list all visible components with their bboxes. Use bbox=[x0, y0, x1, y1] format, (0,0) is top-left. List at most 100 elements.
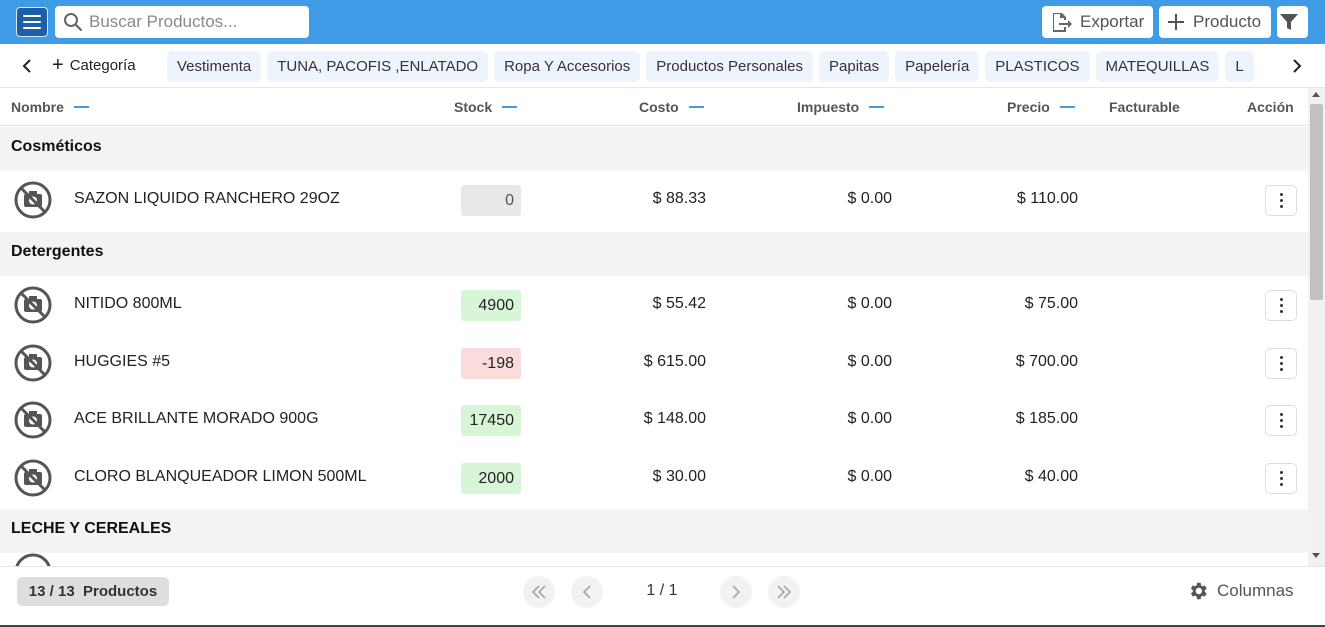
table-row[interactable]: HUGGIES #5 -198 $ 615.00 $ 0.00 $ 700.00 bbox=[0, 334, 1308, 392]
price-value: $ 40.00 bbox=[1024, 468, 1078, 485]
gear-icon bbox=[1190, 582, 1207, 600]
column-header-facturable: Facturable bbox=[1109, 99, 1180, 115]
column-header-impuesto[interactable]: Impuesto bbox=[797, 99, 885, 115]
price-value: $ 75.00 bbox=[1024, 295, 1078, 312]
category-chip[interactable]: Papitas bbox=[819, 51, 890, 82]
search-input[interactable] bbox=[89, 12, 299, 32]
more-vertical-icon bbox=[1279, 304, 1283, 307]
price-value: $ 110.00 bbox=[1016, 190, 1078, 207]
stock-badge: -198 bbox=[461, 348, 521, 379]
row-actions-button[interactable] bbox=[1265, 405, 1297, 436]
category-chip[interactable]: L bbox=[1225, 51, 1254, 82]
column-header-precio[interactable]: Precio bbox=[1007, 99, 1075, 115]
first-page-button[interactable] bbox=[523, 576, 555, 608]
previous-page-button[interactable] bbox=[571, 576, 603, 608]
category-chip[interactable]: PLASTICOS bbox=[985, 51, 1090, 82]
sort-icon bbox=[73, 106, 89, 108]
row-actions-button[interactable] bbox=[1265, 463, 1297, 494]
product-name: SAZON LIQUIDO RANCHERO 29OZ bbox=[74, 190, 340, 207]
no-photo-icon bbox=[14, 286, 52, 324]
columns-button[interactable]: Columnas bbox=[1187, 580, 1294, 602]
product-count-badge: 13 / 13 Productos bbox=[17, 577, 169, 606]
cost-value: $ 615.00 bbox=[643, 353, 706, 370]
last-page-button[interactable] bbox=[768, 576, 800, 608]
group-header: LECHE Y CEREALES bbox=[0, 509, 1308, 553]
column-header-costo[interactable]: Costo bbox=[639, 99, 704, 115]
category-chip[interactable]: Ropa Y Accesorios bbox=[494, 51, 641, 82]
sort-icon bbox=[869, 106, 885, 108]
stock-badge: 2000 bbox=[461, 463, 521, 494]
table-body: Cosméticos SAZON LIQUIDO RANCHERO 29OZ 0… bbox=[0, 127, 1308, 566]
column-header-accion: Acción bbox=[1247, 99, 1294, 115]
filter-button[interactable] bbox=[1277, 6, 1308, 38]
table-row[interactable]: ACE BRILLANTE MORADO 900G 17450 $ 148.00… bbox=[0, 391, 1308, 449]
category-scroll-left[interactable] bbox=[17, 56, 37, 76]
table-row[interactable]: SAZON LIQUIDO RANCHERO 29OZ 0 $ 88.33 $ … bbox=[0, 171, 1308, 229]
category-chip[interactable]: Vestimenta bbox=[167, 51, 262, 82]
scroll-up-arrow[interactable] bbox=[1312, 92, 1320, 97]
more-vertical-icon bbox=[1279, 419, 1283, 422]
group-header: Detergentes bbox=[0, 232, 1308, 276]
add-product-button[interactable]: Producto bbox=[1159, 6, 1271, 38]
category-scroll-right[interactable] bbox=[1287, 56, 1307, 76]
table-header: Nombre Stock Costo Impuesto Precio Factu… bbox=[0, 88, 1308, 126]
more-vertical-icon bbox=[1279, 193, 1283, 196]
price-value: $ 700.00 bbox=[1015, 353, 1078, 370]
chevron-right-icon bbox=[1293, 59, 1302, 73]
row-actions-button[interactable] bbox=[1265, 290, 1297, 321]
product-name: HUGGIES #5 bbox=[74, 353, 171, 370]
no-photo-icon bbox=[14, 181, 52, 219]
export-button[interactable]: Exportar bbox=[1042, 6, 1153, 38]
product-count-label: 13 / 13 Productos bbox=[28, 583, 158, 600]
row-actions-button[interactable] bbox=[1265, 348, 1297, 379]
table-row[interactable]: NITIDO 800ML 4900 $ 55.42 $ 0.00 $ 75.00 bbox=[0, 276, 1308, 334]
column-header-label: Acción bbox=[1247, 99, 1294, 115]
columns-label: Columnas bbox=[1217, 581, 1294, 600]
table-footer: 13 / 13 Productos 1 / 1 Columnas bbox=[0, 566, 1325, 615]
category-chip[interactable]: MATEQUILLAS bbox=[1095, 51, 1220, 82]
category-chip[interactable]: TUNA, PACOFIS ,ENLATADO bbox=[267, 51, 489, 82]
add-product-label: Producto bbox=[1193, 12, 1262, 31]
more-vertical-icon bbox=[1279, 413, 1283, 416]
more-vertical-icon bbox=[1279, 425, 1283, 428]
more-vertical-icon bbox=[1279, 368, 1283, 371]
chevron-right-icon bbox=[732, 585, 741, 599]
menu-icon-bar bbox=[23, 27, 41, 29]
partial-row-image bbox=[14, 553, 52, 566]
table-scrollbar[interactable] bbox=[1308, 88, 1325, 566]
scroll-down-arrow[interactable] bbox=[1312, 553, 1320, 558]
add-category-button[interactable]: + Categoría bbox=[52, 54, 136, 76]
cost-value: $ 88.33 bbox=[652, 190, 706, 207]
menu-icon-bar bbox=[23, 15, 41, 17]
no-photo-icon bbox=[14, 344, 52, 382]
category-chip[interactable]: Papelería bbox=[895, 51, 980, 82]
category-chip[interactable]: Productos Personales bbox=[646, 51, 814, 82]
scroll-thumb[interactable] bbox=[1310, 104, 1323, 300]
sort-icon bbox=[688, 106, 704, 108]
search-icon bbox=[64, 13, 83, 32]
product-name: CLORO BLANQUEADOR LIMON 500ML bbox=[74, 468, 367, 485]
menu-button[interactable] bbox=[16, 7, 48, 37]
stock-badge: 0 bbox=[461, 185, 521, 216]
column-header-label: Nombre bbox=[11, 99, 64, 115]
row-actions-button[interactable] bbox=[1265, 185, 1297, 216]
column-header-label: Impuesto bbox=[797, 99, 860, 115]
more-vertical-icon bbox=[1279, 356, 1283, 359]
window-bottom-edge bbox=[0, 615, 1325, 627]
chevron-left-icon bbox=[22, 59, 31, 73]
next-page-button[interactable] bbox=[720, 576, 752, 608]
cost-value: $ 30.00 bbox=[652, 468, 706, 485]
plus-icon: + bbox=[52, 54, 64, 76]
table-row[interactable]: CLORO BLANQUEADOR LIMON 500ML 2000 $ 30.… bbox=[0, 449, 1308, 507]
group-title: Cosméticos bbox=[11, 138, 102, 155]
stock-badge: 17450 bbox=[461, 405, 521, 436]
column-header-nombre[interactable]: Nombre bbox=[11, 99, 89, 115]
product-name: NITIDO 800ML bbox=[74, 295, 182, 312]
no-photo-icon bbox=[15, 553, 51, 566]
no-photo-icon bbox=[14, 401, 52, 439]
last-page-icon bbox=[777, 585, 792, 599]
group-title: LECHE Y CEREALES bbox=[11, 520, 172, 537]
column-header-stock[interactable]: Stock bbox=[454, 99, 518, 115]
top-toolbar: Exportar Producto bbox=[0, 0, 1325, 44]
more-vertical-icon bbox=[1279, 483, 1283, 486]
